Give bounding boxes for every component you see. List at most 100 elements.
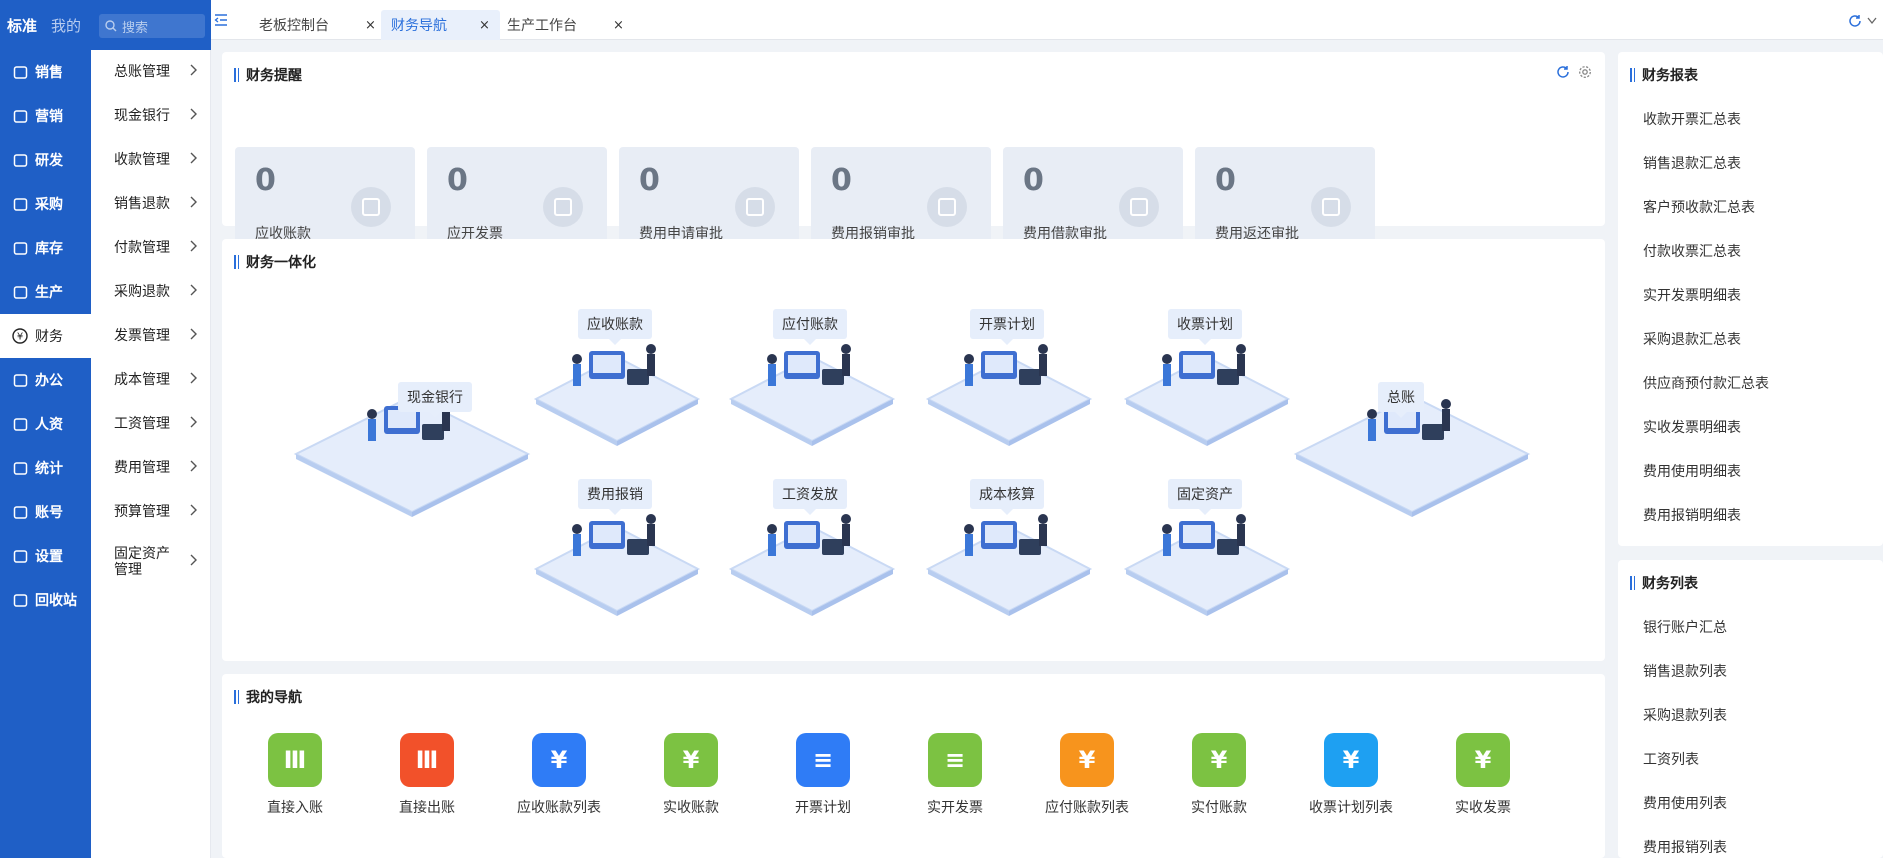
submenu-item[interactable]: 现金银行: [91, 94, 210, 138]
sidebar-item[interactable]: 采购: [0, 182, 91, 226]
sidebar-item-label: 办公: [35, 373, 63, 389]
tab-production[interactable]: 生产工作台 ×: [507, 10, 624, 40]
nav-shortcut[interactable]: ¥ 应收账款列表: [504, 733, 614, 817]
submenu-item[interactable]: 总账管理: [91, 50, 210, 94]
list-link[interactable]: 工资列表: [1643, 749, 1699, 769]
tab-label: 财务导航: [391, 18, 447, 34]
integration-module[interactable]: 收票计划: [1122, 301, 1292, 451]
refresh-icon[interactable]: [1556, 65, 1570, 79]
gear-icon[interactable]: [1578, 65, 1592, 79]
report-link[interactable]: 付款收票汇总表: [1643, 241, 1741, 261]
integration-module[interactable]: 成本核算: [924, 471, 1094, 621]
sidebar-item[interactable]: 研发: [0, 138, 91, 182]
search-icon: [105, 20, 117, 32]
close-icon[interactable]: ×: [479, 18, 490, 33]
chevron-down-icon[interactable]: [1867, 17, 1877, 25]
integration-module[interactable]: 工资发放: [727, 471, 897, 621]
tab-mine[interactable]: 我的: [44, 15, 88, 36]
chevron-right-icon: [190, 504, 198, 520]
card-count: 0: [831, 163, 852, 198]
list-link[interactable]: 银行账户汇总: [1643, 617, 1727, 637]
sidebar-tabs: 标准 我的: [0, 0, 91, 50]
sidebar-item-label: 生产: [35, 285, 63, 301]
sidebar-item[interactable]: 统计: [0, 446, 91, 490]
nav-shortcut[interactable]: ≡ 实开发票: [900, 733, 1010, 817]
submenu-item[interactable]: 预算管理: [91, 490, 210, 534]
submenu-item-label: 采购退款: [114, 284, 170, 300]
sidebar-item[interactable]: 账号: [0, 490, 91, 534]
close-icon[interactable]: ×: [613, 18, 624, 33]
collapse-menu-icon[interactable]: [214, 13, 228, 27]
integration-module[interactable]: 开票计划: [924, 301, 1094, 451]
invoice-icon: ≡: [796, 733, 850, 787]
list-link[interactable]: 销售退款列表: [1643, 661, 1727, 681]
integration-module[interactable]: 现金银行: [292, 334, 532, 524]
sidebar-item[interactable]: 生产: [0, 270, 91, 314]
report-link[interactable]: 供应商预付款汇总表: [1643, 373, 1769, 393]
tab-standard[interactable]: 标准: [0, 15, 44, 36]
submenu-item[interactable]: 销售退款: [91, 182, 210, 226]
submenu-item[interactable]: 付款管理: [91, 226, 210, 270]
sidebar-item[interactable]: 库存: [0, 226, 91, 270]
report-link[interactable]: 客户预收款汇总表: [1643, 197, 1755, 217]
search-placeholder: 搜索: [122, 20, 149, 36]
integration-module[interactable]: 总账: [1292, 334, 1532, 524]
panel-title: 财务列表: [1630, 573, 1698, 593]
integration-module[interactable]: 应付账款: [727, 301, 897, 451]
report-link[interactable]: 实开发票明细表: [1643, 285, 1741, 305]
tab-boss-console[interactable]: 老板控制台 ×: [259, 10, 376, 40]
nav-shortcut[interactable]: ¥ 应付账款列表: [1032, 733, 1142, 817]
submenu-item[interactable]: 收款管理: [91, 138, 210, 182]
pie-icon: [12, 460, 28, 476]
briefcase-icon: [12, 372, 28, 388]
nav-shortcut[interactable]: ¥ 实收账款: [636, 733, 746, 817]
submenu-item[interactable]: 固定资产管理: [91, 534, 210, 590]
nav-shortcut[interactable]: ≡ 开票计划: [768, 733, 878, 817]
list-link[interactable]: 费用报销列表: [1643, 837, 1727, 857]
sidebar-item[interactable]: ¥ 财务: [0, 314, 91, 358]
chevron-right-icon: [190, 416, 198, 432]
nav-shortcut[interactable]: ¥ 实付账款: [1164, 733, 1274, 817]
report-link[interactable]: 销售退款汇总表: [1643, 153, 1741, 173]
module-label: 收票计划: [1168, 309, 1242, 345]
module-label: 应收账款: [578, 309, 652, 345]
user-icon: [12, 504, 28, 520]
submenu-item[interactable]: 成本管理: [91, 358, 210, 402]
sidebar-item[interactable]: 回收站: [0, 578, 91, 622]
list-link[interactable]: 费用使用列表: [1643, 793, 1727, 813]
integration-module[interactable]: 固定资产: [1122, 471, 1292, 621]
sidebar-item[interactable]: 人资: [0, 402, 91, 446]
sidebar-item[interactable]: 办公: [0, 358, 91, 402]
submenu-item[interactable]: 发票管理: [91, 314, 210, 358]
sidebar-item[interactable]: 营销: [0, 94, 91, 138]
report-link[interactable]: 费用报销明细表: [1643, 505, 1741, 525]
nav-shortcut[interactable]: ¥ 实收发票: [1428, 733, 1538, 817]
tab-finance-nav[interactable]: 财务导航 ×: [381, 10, 500, 40]
close-icon[interactable]: ×: [365, 18, 376, 33]
submenu-item-label: 总账管理: [114, 64, 170, 80]
submenu-item[interactable]: 费用管理: [91, 446, 210, 490]
panel-title: 财务提醒: [234, 65, 302, 85]
submenu-item[interactable]: 采购退款: [91, 270, 210, 314]
card-count: 0: [447, 163, 468, 198]
report-link[interactable]: 实收发票明细表: [1643, 417, 1741, 437]
submenu-item[interactable]: 工资管理: [91, 402, 210, 446]
module-label: 费用报销: [578, 479, 652, 515]
search-input[interactable]: 搜索: [99, 14, 205, 38]
sidebar-item-label: 库存: [35, 241, 63, 257]
list-link[interactable]: 采购退款列表: [1643, 705, 1727, 725]
report-link[interactable]: 收款开票汇总表: [1643, 109, 1741, 129]
report-link[interactable]: 采购退款汇总表: [1643, 329, 1741, 349]
report-link[interactable]: 费用使用明细表: [1643, 461, 1741, 481]
submenu-item-label: 现金银行: [114, 108, 170, 124]
sidebar-item[interactable]: 销售: [0, 50, 91, 94]
refresh-icon[interactable]: [1848, 14, 1862, 28]
nav-shortcut[interactable]: ¥ 收票计划列表: [1296, 733, 1406, 817]
nav-shortcut[interactable]: Ⅲ 直接入账: [240, 733, 350, 817]
card-icon: [735, 187, 775, 227]
sidebar-item[interactable]: 设置: [0, 534, 91, 578]
nav-shortcut[interactable]: Ⅲ 直接出账: [372, 733, 482, 817]
integration-module[interactable]: 应收账款: [532, 301, 702, 451]
integration-module[interactable]: 费用报销: [532, 471, 702, 621]
card-count: 0: [255, 163, 276, 198]
